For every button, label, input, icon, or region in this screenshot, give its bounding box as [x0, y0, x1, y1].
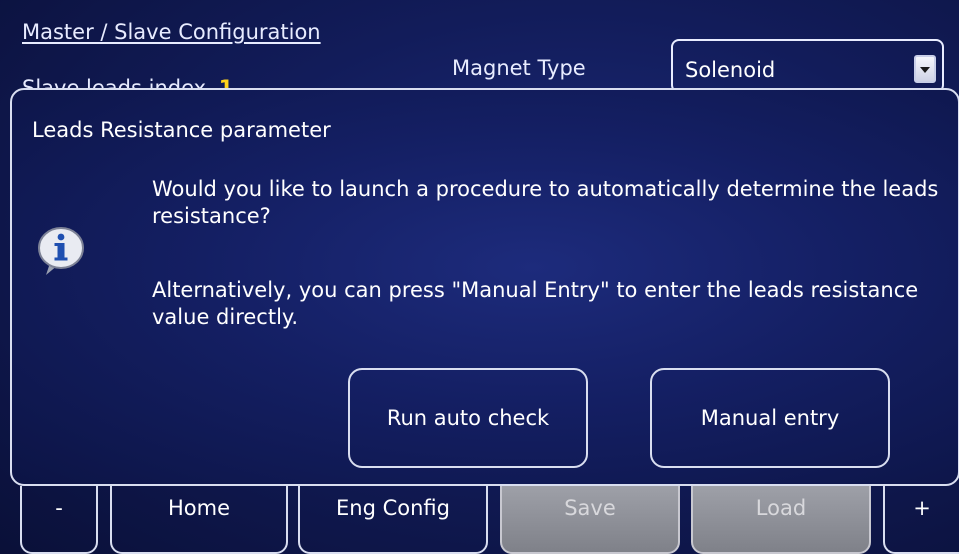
- info-icon: [36, 225, 86, 277]
- dialog-title: Leads Resistance parameter: [32, 118, 331, 142]
- bottom-nav-bar: - Home Eng Config Save Load +: [0, 486, 959, 554]
- dialog-message-manual: Alternatively, you can press "Manual Ent…: [152, 278, 919, 329]
- load-button[interactable]: Load: [691, 486, 871, 554]
- eng-config-button[interactable]: Eng Config: [298, 486, 488, 554]
- plus-button[interactable]: +: [883, 486, 959, 554]
- magnet-type-label: Magnet Type: [452, 56, 586, 80]
- save-button[interactable]: Save: [500, 486, 680, 554]
- dialog-message-procedure: Would you like to launch a procedure to …: [152, 177, 939, 228]
- minus-button[interactable]: -: [20, 486, 98, 554]
- home-button[interactable]: Home: [110, 486, 288, 554]
- section-title: Master / Slave Configuration: [22, 20, 321, 44]
- magnet-type-select[interactable]: Solenoid: [671, 39, 944, 93]
- leads-resistance-dialog: Leads Resistance parameter Would you lik…: [10, 88, 959, 486]
- run-auto-check-button[interactable]: Run auto check: [348, 368, 588, 468]
- manual-entry-button[interactable]: Manual entry: [650, 368, 890, 468]
- chevron-down-icon[interactable]: [914, 55, 936, 83]
- magnet-type-value: Solenoid: [685, 58, 776, 82]
